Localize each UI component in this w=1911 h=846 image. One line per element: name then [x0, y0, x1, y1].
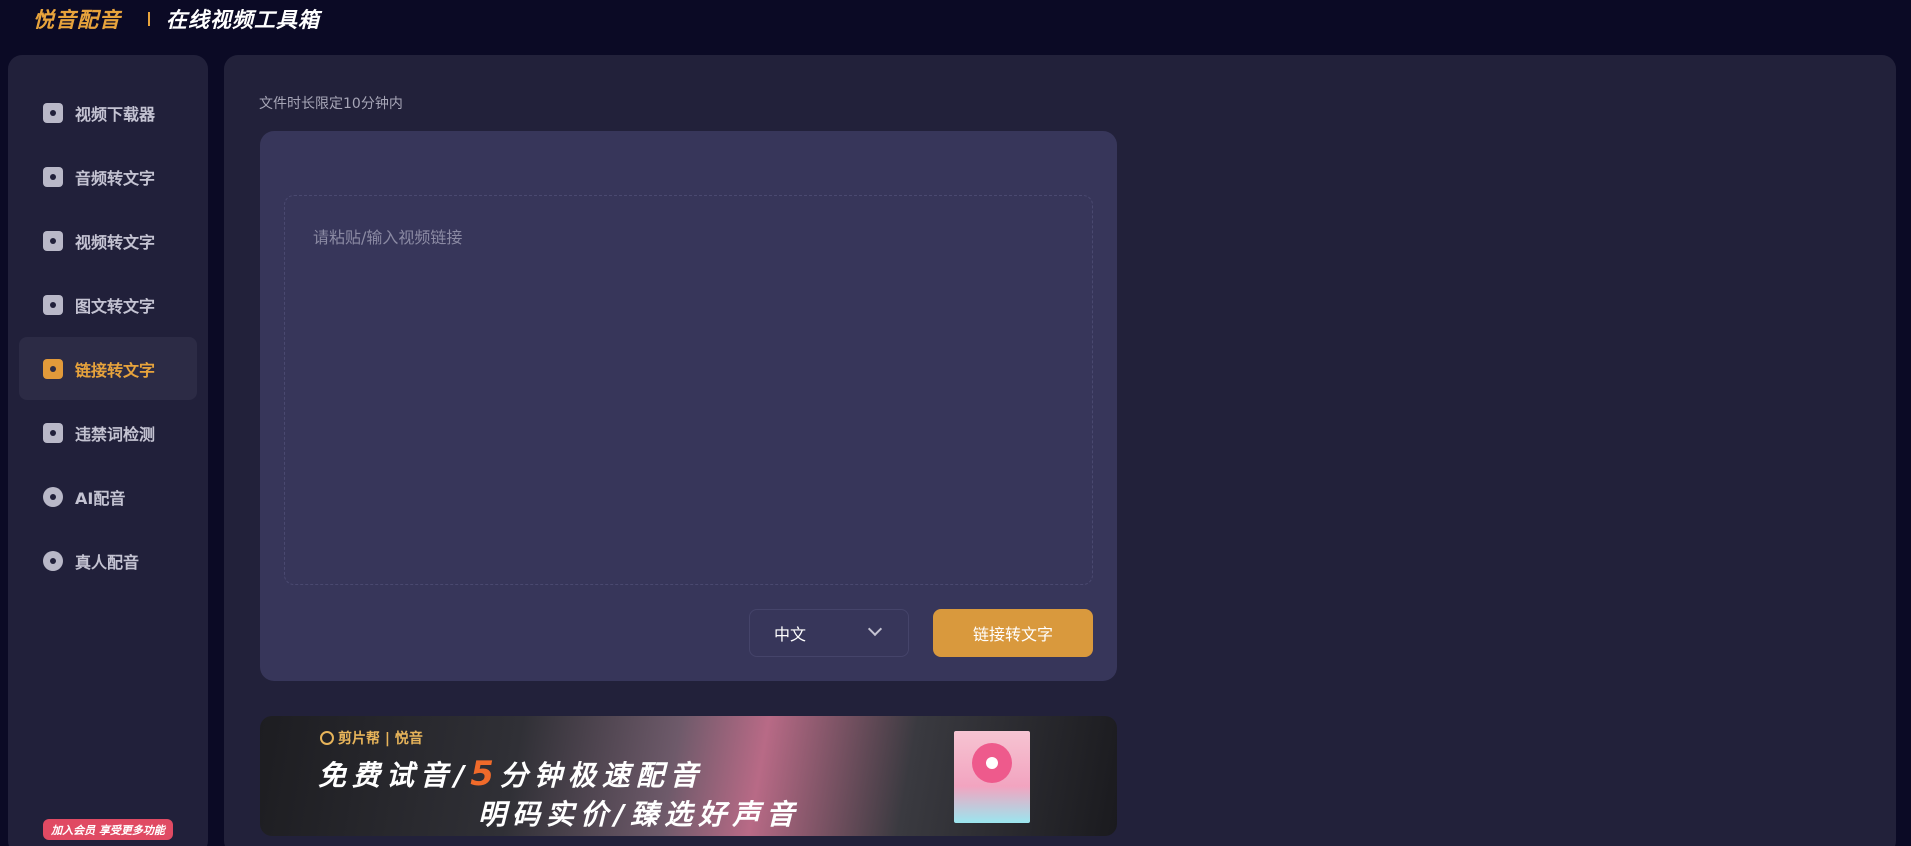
sidebar-item-label: 真人配音 [75, 552, 140, 572]
link-icon [43, 358, 63, 379]
sidebar: 视频下载器 音频转文字 视频转文字 图文转文字 链接转文字 违禁词检测 AI配音… [8, 55, 208, 846]
sidebar-item-banned-word-check[interactable]: 违禁词检测 [19, 401, 197, 464]
top-bar: 悦音配音 在线视频工具箱 [0, 0, 1911, 44]
banner-phone-image [954, 731, 1030, 823]
promo-banner[interactable]: 剪片帮 | 悦音 免费试音/5分钟极速配音 明码实价/臻选好声音 [260, 716, 1117, 836]
sidebar-item-label: 链接转文字 [75, 360, 156, 380]
language-select[interactable]: 中文 [749, 609, 909, 657]
sidebar-item-video-to-text[interactable]: 视频转文字 [19, 209, 197, 272]
sidebar-item-human-dubbing[interactable]: 真人配音 [19, 529, 197, 592]
sidebar-item-image-to-text[interactable]: 图文转文字 [19, 273, 197, 336]
music-disc-icon [972, 743, 1012, 783]
banner-subheadline: 明码实价/臻选好声音 [478, 798, 801, 831]
sidebar-item-label: 音频转文字 [75, 168, 156, 188]
video-link-input[interactable] [284, 195, 1093, 585]
link-input-card: 中文 链接转文字 [260, 131, 1117, 681]
banner-headline-part2: 分钟极速配音 [499, 759, 704, 792]
page-title: 在线视频工具箱 [166, 8, 320, 32]
banner-headline-part1: 免费试音/ [318, 759, 471, 792]
sidebar-item-video-downloader[interactable]: 视频下载器 [19, 81, 197, 144]
banner-logo-text: 剪片帮 | 悦音 [338, 731, 423, 747]
brand-divider [148, 12, 150, 26]
duration-hint: 文件时长限定10分钟内 [259, 96, 403, 112]
banner-headline: 免费试音/5分钟极速配音 [318, 754, 704, 794]
sidebar-item-label: AI配音 [75, 488, 126, 508]
link-to-text-button[interactable]: 链接转文字 [933, 609, 1093, 657]
ai-dub-icon [43, 486, 63, 507]
sidebar-item-audio-to-text[interactable]: 音频转文字 [19, 145, 197, 208]
download-icon [43, 102, 63, 123]
headset-icon [43, 550, 63, 571]
sidebar-item-ai-dubbing[interactable]: AI配音 [19, 465, 197, 528]
vip-badge[interactable]: 加入会员 享受更多功能 [43, 819, 173, 840]
sidebar-item-label: 图文转文字 [75, 296, 156, 316]
sidebar-item-label: 视频下载器 [75, 104, 156, 124]
sidebar-item-label: 视频转文字 [75, 232, 156, 252]
audio-file-icon [43, 166, 63, 187]
sidebar-item-label: 违禁词检测 [75, 424, 156, 444]
detect-icon [43, 422, 63, 443]
play-icon [320, 731, 334, 745]
banner-logo: 剪片帮 | 悦音 [320, 728, 423, 748]
brand-logo[interactable]: 悦音配音 [33, 4, 121, 34]
language-value: 中文 [774, 625, 807, 644]
chevron-down-icon [867, 621, 883, 637]
image-text-icon [43, 294, 63, 315]
sidebar-item-link-to-text[interactable]: 链接转文字 [19, 337, 197, 400]
video-icon [43, 230, 63, 251]
main-panel: 文件时长限定10分钟内 中文 链接转文字 剪片帮 | 悦音 免费试音/5分钟极速… [224, 55, 1896, 846]
banner-highlight: 5 [470, 754, 500, 794]
